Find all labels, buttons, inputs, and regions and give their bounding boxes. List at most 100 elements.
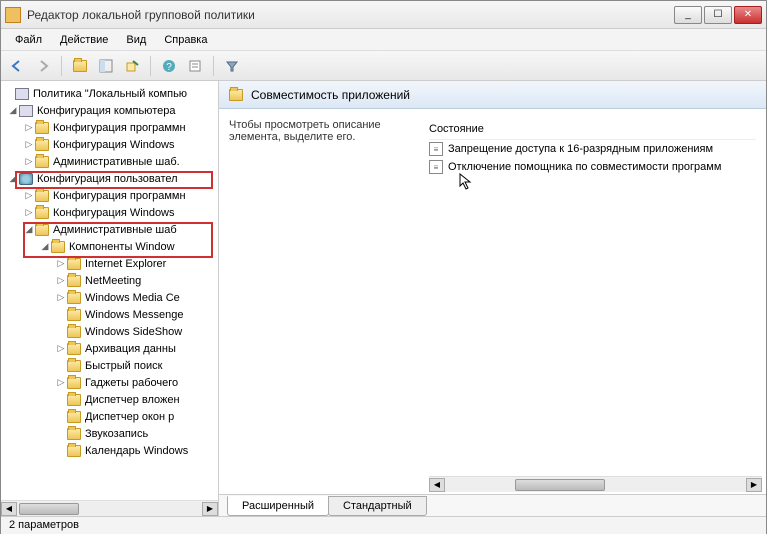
tab-strip: Расширенный Стандартный (219, 494, 766, 516)
expander-open-icon[interactable]: ◢ (7, 105, 19, 117)
setting-icon: ≡ (429, 160, 443, 174)
tree-horizontal-scrollbar[interactable]: ◀ ▶ (1, 500, 218, 516)
tree-item[interactable]: ▷Административные шаб. (1, 153, 218, 170)
folder-icon (35, 156, 49, 168)
folder-icon (67, 428, 81, 440)
scroll-left-button[interactable]: ◀ (429, 478, 445, 492)
list-item[interactable]: ≡ Отключение помощника по совместимости … (429, 158, 756, 176)
tab-extended[interactable]: Расширенный (227, 496, 329, 516)
expander-closed-icon[interactable]: ▷ (23, 207, 35, 219)
list-item-label: Запрещение доступа к 16-разрядным прилож… (448, 143, 713, 155)
expander-closed-icon[interactable]: ▷ (55, 292, 67, 304)
scroll-right-button[interactable]: ▶ (202, 502, 218, 516)
folder-icon (67, 292, 81, 304)
tree-label: Звукозапись (85, 428, 148, 440)
menu-action[interactable]: Действие (52, 32, 116, 48)
tree-label: Конфигурация программн (53, 122, 186, 134)
tree-item[interactable]: ▷Windows Media Ce (1, 289, 218, 306)
expander-closed-icon[interactable]: ▷ (23, 139, 35, 151)
forward-button[interactable] (31, 54, 55, 78)
tree-label: Диспетчер вложен (85, 394, 180, 406)
folder-icon (35, 207, 49, 219)
menu-help[interactable]: Справка (156, 32, 215, 48)
tab-standard[interactable]: Стандартный (328, 496, 427, 516)
title-bar: Редактор локальной групповой политики _ … (1, 1, 766, 29)
expander-closed-icon[interactable]: ▷ (55, 258, 67, 270)
expander-closed-icon[interactable]: ▷ (55, 343, 67, 355)
tree-item[interactable]: Windows SideShow (1, 323, 218, 340)
tree-label: Гаджеты рабочего (85, 377, 178, 389)
tree-label: Конфигурация компьютера (37, 105, 175, 117)
scroll-left-button[interactable]: ◀ (1, 502, 17, 516)
toolbar: ? (1, 51, 766, 81)
tree-item[interactable]: Быстрый поиск (1, 357, 218, 374)
tree-item[interactable]: ▷ Конфигурация Windows (1, 204, 218, 221)
tree-label: Windows SideShow (85, 326, 182, 338)
content-heading: Совместимость приложений (251, 88, 410, 102)
setting-icon: ≡ (429, 142, 443, 156)
properties-button[interactable] (183, 54, 207, 78)
folder-icon (67, 360, 81, 372)
list-item[interactable]: ≡ Запрещение доступа к 16-разрядным прил… (429, 140, 756, 158)
expander-closed-icon[interactable]: ▷ (55, 377, 67, 389)
tree-item[interactable]: Календарь Windows (1, 442, 218, 459)
tree-label: Календарь Windows (85, 445, 188, 457)
tree-comp-config[interactable]: ◢ Конфигурация компьютера (1, 102, 218, 119)
scroll-right-button[interactable]: ▶ (746, 478, 762, 492)
tree-item[interactable]: Windows Messenge (1, 306, 218, 323)
export-button[interactable] (120, 54, 144, 78)
tree-item[interactable]: Звукозапись (1, 425, 218, 442)
tree-item[interactable]: ▷Конфигурация программн (1, 187, 218, 204)
tree-label: Конфигурация Windows (53, 207, 175, 219)
separator-icon (150, 56, 151, 76)
folder-icon (35, 139, 49, 151)
scroll-track[interactable] (445, 478, 746, 492)
tree-item[interactable]: ▷Конфигурация Windows (1, 136, 218, 153)
expander-closed-icon[interactable]: ▷ (23, 190, 35, 202)
tree-label: Windows Messenge (85, 309, 183, 321)
content-horizontal-scrollbar[interactable]: ◀ ▶ (429, 476, 762, 492)
scroll-thumb[interactable] (19, 503, 79, 515)
help-button[interactable]: ? (157, 54, 181, 78)
description-panel: Чтобы просмотреть описание элемента, выд… (229, 119, 409, 293)
tree-root[interactable]: Политика "Локальный компью (1, 85, 218, 102)
tree-item[interactable]: ▷ Конфигурация программн (1, 119, 218, 136)
policy-icon (15, 88, 29, 100)
content-header: Совместимость приложений (219, 81, 766, 109)
folder-icon (67, 309, 81, 321)
expander-closed-icon[interactable]: ▷ (23, 122, 35, 134)
back-button[interactable] (5, 54, 29, 78)
computer-icon (19, 105, 33, 117)
menu-file[interactable]: Файл (7, 32, 50, 48)
menu-view[interactable]: Вид (118, 32, 154, 48)
maximize-button[interactable]: ☐ (704, 6, 732, 24)
tree-item[interactable]: ▷ Гаджеты рабочего (1, 374, 218, 391)
status-bar: 2 параметров (1, 516, 766, 534)
tree-item[interactable]: Диспетчер вложен (1, 391, 218, 408)
tree-item[interactable]: Диспетчер окон р (1, 408, 218, 425)
tree-item[interactable]: ▷ Архивация данны (1, 340, 218, 357)
up-button[interactable] (68, 54, 92, 78)
tree-item[interactable]: ▷ NetMeeting (1, 272, 218, 289)
expander-closed-icon[interactable]: ▷ (23, 156, 35, 168)
tree-label: Диспетчер окон р (85, 411, 174, 423)
folder-icon (67, 343, 81, 355)
folder-icon (35, 122, 49, 134)
separator-icon (213, 56, 214, 76)
scroll-track[interactable] (17, 502, 202, 516)
minimize-button[interactable]: _ (674, 6, 702, 24)
window-title: Редактор локальной групповой политики (27, 8, 674, 22)
tree-label: Архивация данны (85, 343, 176, 355)
separator-icon (61, 56, 62, 76)
expander-closed-icon[interactable]: ▷ (55, 275, 67, 287)
tree-label: Политика "Локальный компью (33, 88, 187, 100)
scroll-thumb[interactable] (515, 479, 605, 491)
expander-icon[interactable] (3, 88, 15, 100)
window-controls: _ ☐ ✕ (674, 6, 762, 24)
column-header-state[interactable]: Состояние (429, 119, 756, 140)
highlight-box (23, 222, 213, 258)
show-hide-tree-button[interactable] (94, 54, 118, 78)
filter-button[interactable] (220, 54, 244, 78)
tree-label: NetMeeting (85, 275, 141, 287)
close-button[interactable]: ✕ (734, 6, 762, 24)
